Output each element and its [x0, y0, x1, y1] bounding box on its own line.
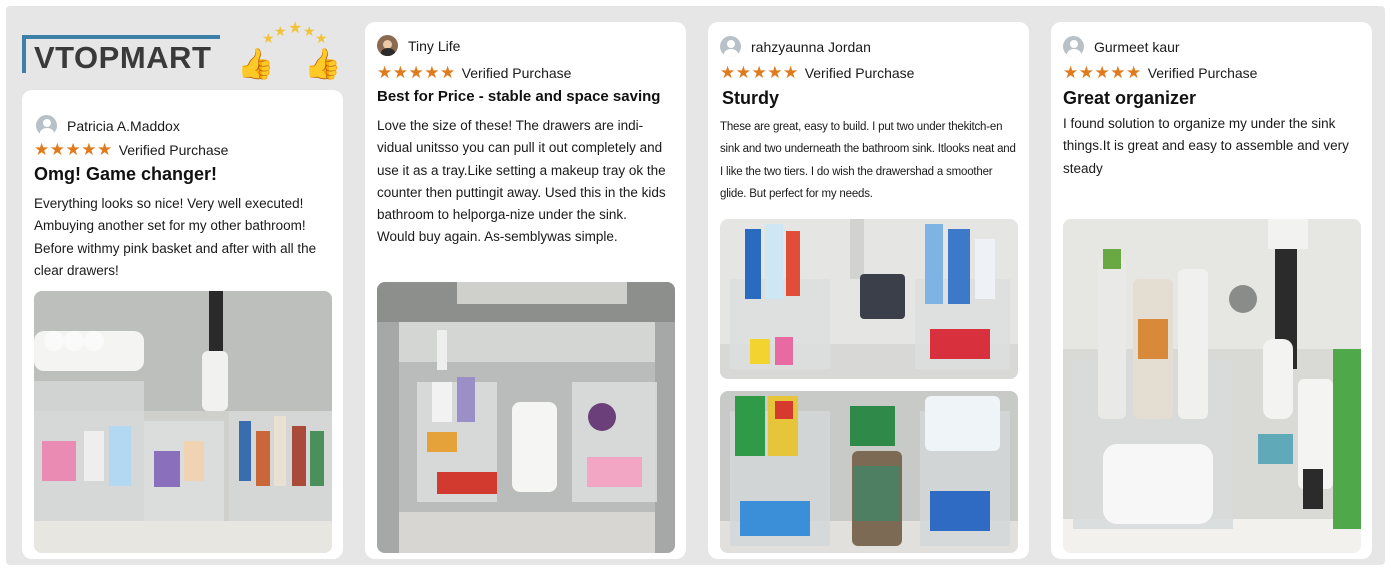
review-title: Omg! Game changer!	[34, 164, 218, 184]
star-rating-icon: ★★★★★	[720, 63, 799, 82]
review-body: I found solution to organize my under th…	[1063, 116, 1349, 176]
review-card: Gurmeet kaur ★★★★★ Verified Purchase Gre…	[1051, 22, 1372, 559]
review-body: These are great, easy to build. I put tw…	[720, 121, 1016, 200]
thumbs-up-icon: 👍	[237, 48, 275, 81]
reviewer-name: rahzyaunna Jordan	[751, 38, 871, 55]
brand-logo: VTOPMART ★ ★ ★ ★ ★ 👍 👍	[22, 18, 352, 88]
review-photo	[34, 291, 332, 553]
reviewer-name: Gurmeet kaur	[1094, 38, 1180, 55]
reviewer: rahzyaunna Jordan	[720, 36, 871, 57]
verified-purchase-label: Verified Purchase	[1147, 64, 1258, 81]
review-body: Love the size of these! The drawers are …	[377, 118, 666, 245]
rating: ★★★★★ Verified Purchase	[1063, 64, 1257, 81]
review-title: Great organizer	[1063, 88, 1197, 108]
review-title: Sturdy	[722, 88, 780, 108]
review-photo	[1063, 219, 1361, 553]
avatar-icon	[720, 36, 741, 57]
star-rating-icon: ★★★★★	[377, 63, 456, 82]
review-body: Everything looks so nice! Very well exec…	[34, 196, 317, 278]
review-photo	[720, 391, 1018, 553]
avatar-icon	[36, 115, 57, 136]
verified-purchase-label: Verified Purchase	[118, 141, 229, 158]
reviewer: Tiny Life	[377, 35, 460, 56]
rating: ★★★★★ Verified Purchase	[34, 141, 228, 158]
brand-name: VTOPMART	[34, 40, 212, 75]
avatar-icon	[377, 35, 398, 56]
thumbs-up-icon: 👍	[304, 48, 342, 81]
rating-stars-icon: ★ ★ ★ ★ ★	[262, 20, 328, 46]
review-card: Tiny Life ★★★★★ Verified Purchase Best f…	[365, 22, 686, 559]
verified-purchase-label: Verified Purchase	[804, 64, 915, 81]
avatar-icon	[1063, 36, 1084, 57]
reviewer: Gurmeet kaur	[1063, 36, 1180, 57]
star-rating-icon: ★★★★★	[1063, 63, 1142, 82]
review-photo	[720, 219, 1018, 379]
verified-purchase-label: Verified Purchase	[461, 64, 572, 81]
review-title: Best for Price - stable and space saving	[377, 88, 661, 105]
rating: ★★★★★ Verified Purchase	[377, 64, 571, 81]
review-card: rahzyaunna Jordan ★★★★★ Verified Purchas…	[708, 22, 1029, 559]
review-photo	[377, 282, 675, 553]
rating: ★★★★★ Verified Purchase	[720, 64, 914, 81]
reviewer-name: Tiny Life	[408, 37, 461, 54]
review-card: Patricia A.Maddox ★★★★★ Verified Purchas…	[22, 90, 343, 559]
reviewer: Patricia A.Maddox	[36, 115, 180, 136]
star-rating-icon: ★★★★★	[34, 140, 113, 159]
reviewer-name: Patricia A.Maddox	[67, 117, 180, 134]
